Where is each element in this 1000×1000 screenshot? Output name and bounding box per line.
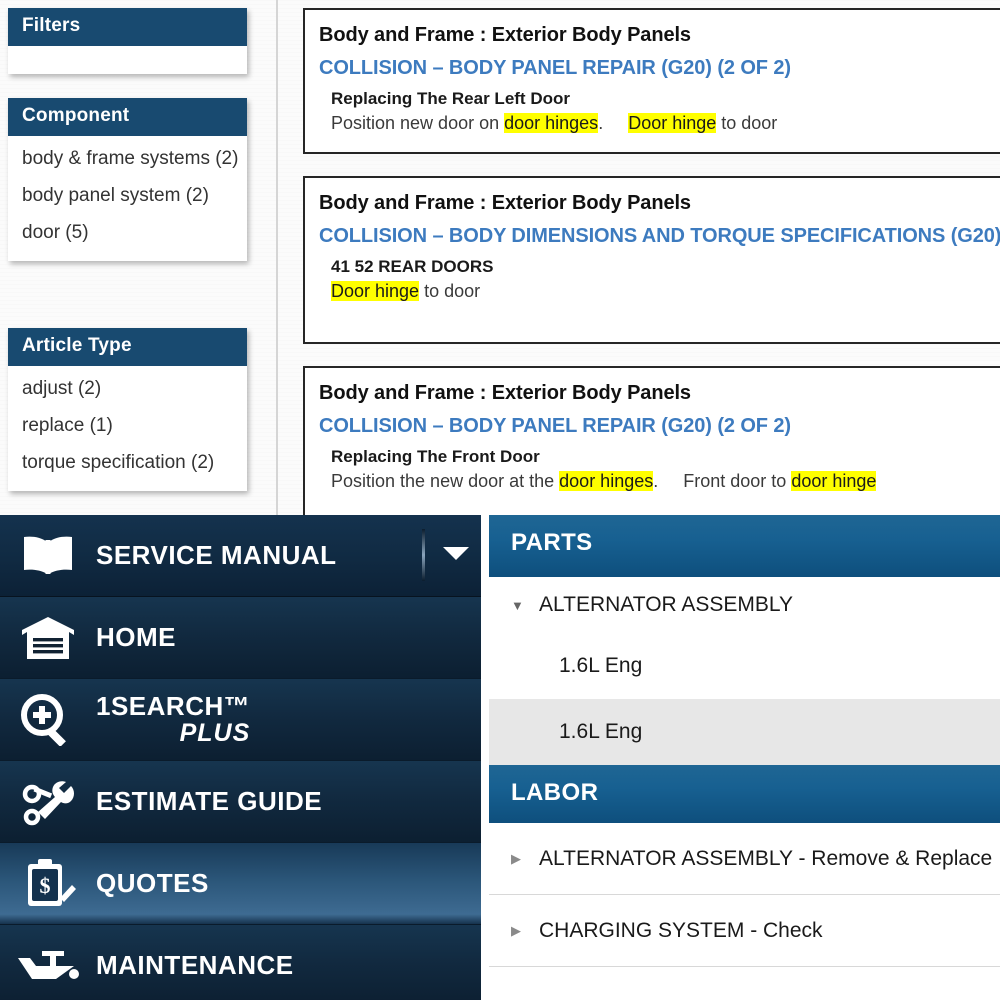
- facet-panel-component: Component body & frame systems (2) body …: [8, 98, 247, 262]
- result-card[interactable]: Body and Frame : Exterior Body Panels CO…: [303, 8, 1000, 154]
- parts-section-header: PARTS: [489, 515, 1000, 577]
- open-book-icon: [0, 534, 96, 578]
- parts-child-label: 1.6L Eng: [559, 720, 643, 743]
- parts-group-label: ALTERNATOR ASSEMBLY: [539, 593, 794, 616]
- clipboard-dollar-icon: $: [0, 858, 96, 910]
- facet-panel-article-type: Article Type adjust (2) replace (1) torq…: [8, 328, 247, 492]
- parts-labor-panel: PARTS ▼ ALTERNATOR ASSEMBLY 1.6L Eng 1.6…: [489, 515, 1000, 1000]
- result-card[interactable]: Body and Frame : Exterior Body Panels CO…: [303, 366, 1000, 515]
- nav-item-label-sub: PLUS: [179, 719, 251, 748]
- nav-item-service-manual[interactable]: SERVICE MANUAL: [0, 515, 481, 597]
- application-shell: SERVICE MANUAL HOME 1SEARCH™ PLUS ESTIMA…: [0, 515, 1000, 1000]
- tools-icon: [0, 778, 96, 826]
- facet-panel-title: Filters: [8, 8, 247, 46]
- result-title-link[interactable]: COLLISION – BODY PANEL REPAIR (G20) (2 O…: [319, 55, 1000, 82]
- chevron-down-icon[interactable]: [443, 547, 469, 560]
- facet-item-adjust[interactable]: adjust (2): [8, 370, 247, 407]
- facet-item-body-panel-system[interactable]: body panel system (2): [8, 177, 247, 214]
- labor-row-label: CHARGING SYSTEM - Check: [539, 918, 823, 942]
- svg-text:$: $: [40, 873, 51, 898]
- result-subtitle: Replacing The Front Door: [331, 446, 540, 466]
- parts-child-item-selected[interactable]: 1.6L Eng: [489, 699, 1000, 765]
- facet-panel-filters: Filters: [8, 8, 247, 74]
- facet-panel-title: Component: [8, 98, 247, 136]
- result-card[interactable]: Body and Frame : Exterior Body Panels CO…: [303, 176, 1000, 344]
- nav-item-maintenance[interactable]: MAINTENANCE: [0, 925, 481, 1000]
- parts-group-alternator-assembly[interactable]: ▼ ALTERNATOR ASSEMBLY: [489, 577, 1000, 633]
- nav-separator: [422, 529, 425, 581]
- triangle-right-icon[interactable]: ▶: [511, 923, 531, 939]
- highlighted-term: Door hinge: [628, 112, 717, 133]
- result-title-link[interactable]: COLLISION – BODY PANEL REPAIR (G20) (2 O…: [319, 413, 1000, 440]
- magnifier-plus-icon: [0, 693, 96, 746]
- parts-child-label: 1.6L Eng: [559, 654, 643, 677]
- garage-icon: [0, 614, 96, 662]
- results-list: Body and Frame : Exterior Body Panels CO…: [303, 0, 1000, 515]
- triangle-right-icon[interactable]: ▶: [511, 851, 531, 867]
- highlighted-term: Door hinge: [331, 280, 420, 301]
- nav-item-home[interactable]: HOME: [0, 597, 481, 679]
- nav-item-label: 1SEARCH™ PLUS: [96, 690, 251, 748]
- facet-sidebar: Filters Component body & frame systems (…: [0, 0, 278, 515]
- facet-item-torque-specification[interactable]: torque specification (2): [8, 444, 247, 481]
- result-snippet: Position new door on door hinges. Door h…: [331, 112, 778, 133]
- facet-panel-body-filters: [8, 46, 247, 74]
- highlighted-term: door hinge: [791, 470, 877, 491]
- nav-item-label: HOME: [96, 621, 176, 652]
- breadcrumb: Body and Frame : Exterior Body Panels: [319, 382, 691, 404]
- facet-item-replace[interactable]: replace (1): [8, 407, 247, 444]
- result-title-link[interactable]: COLLISION – BODY DIMENSIONS AND TORQUE S…: [319, 223, 1000, 250]
- facet-column-divider: [276, 0, 278, 515]
- result-subtitle: Replacing The Rear Left Door: [331, 88, 570, 108]
- facet-panel-title: Article Type: [8, 328, 247, 366]
- nav-item-label-main: 1SEARCH™: [96, 690, 251, 721]
- labor-section-header: LABOR: [489, 765, 1000, 823]
- labor-row-charging-system-check[interactable]: ▶ CHARGING SYSTEM - Check: [489, 895, 1000, 967]
- nav-item-label: ESTIMATE GUIDE: [96, 785, 323, 816]
- labor-row-alternator-remove-replace[interactable]: ▶ ALTERNATOR ASSEMBLY - Remove & Replace: [489, 823, 1000, 895]
- nav-item-quotes[interactable]: $ QUOTES: [0, 843, 481, 925]
- highlighted-term: door hinges: [504, 112, 599, 133]
- facet-panel-body-component: body & frame systems (2) body panel syst…: [8, 136, 247, 262]
- labor-row-label: ALTERNATOR ASSEMBLY - Remove & Replace: [539, 846, 993, 870]
- result-subtitle: 41 52 REAR DOORS: [331, 256, 494, 276]
- nav-item-label: QUOTES: [96, 867, 209, 898]
- result-snippet: Door hinge to door: [331, 280, 481, 301]
- nav-item-label: MAINTENANCE: [96, 949, 294, 980]
- breadcrumb: Body and Frame : Exterior Body Panels: [319, 24, 691, 46]
- facet-item-body-frame-systems[interactable]: body & frame systems (2): [8, 140, 247, 177]
- facet-panel-body-article-type: adjust (2) replace (1) torque specificat…: [8, 366, 247, 492]
- triangle-down-icon[interactable]: ▼: [511, 598, 531, 613]
- nav-item-label: SERVICE MANUAL: [96, 539, 337, 570]
- result-snippet: Position the new door at the door hinges…: [331, 470, 877, 491]
- parts-child-item[interactable]: 1.6L Eng: [489, 633, 1000, 699]
- highlighted-term: door hinges: [559, 470, 654, 491]
- main-nav-sidebar: SERVICE MANUAL HOME 1SEARCH™ PLUS ESTIMA…: [0, 515, 481, 1000]
- breadcrumb: Body and Frame : Exterior Body Panels: [319, 192, 691, 214]
- nav-item-estimate-guide[interactable]: ESTIMATE GUIDE: [0, 761, 481, 843]
- nav-item-1search-plus[interactable]: 1SEARCH™ PLUS: [0, 679, 481, 761]
- facet-item-door[interactable]: door (5): [8, 214, 247, 251]
- search-results-view: Filters Component body & frame systems (…: [0, 0, 1000, 515]
- oil-can-icon: [0, 946, 96, 986]
